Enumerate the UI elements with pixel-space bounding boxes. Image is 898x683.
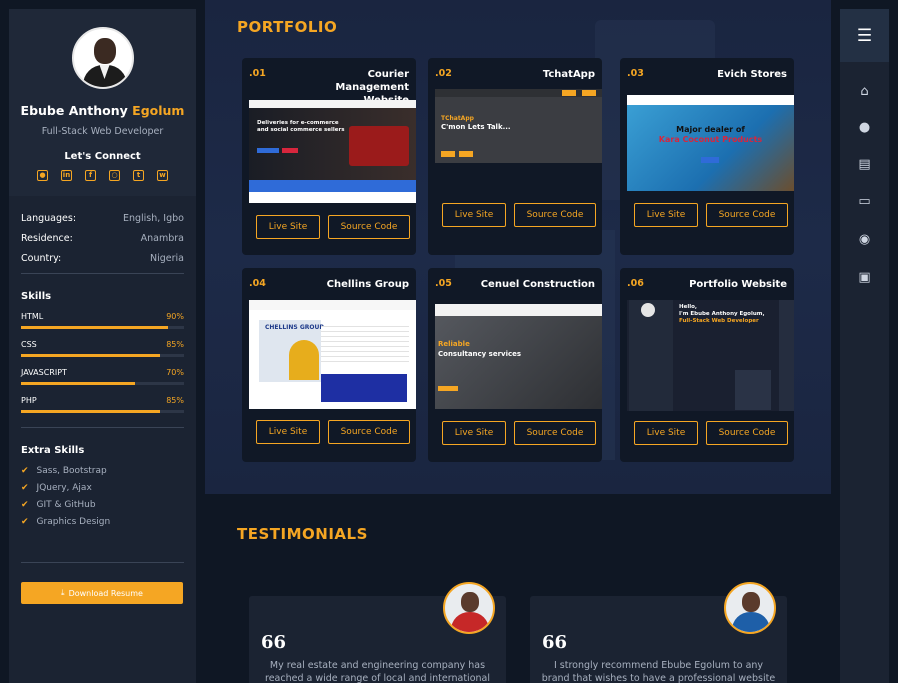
info-row: Languages: English, Igbo (21, 213, 184, 224)
source-code-button[interactable]: Source Code (706, 203, 788, 227)
personal-info: Languages: English, Igbo Residence: Anambr… (9, 196, 196, 264)
home-icon[interactable]: ⌂ (840, 84, 889, 99)
linkedin-icon[interactable]: in (61, 170, 72, 181)
testimonials-heading: TESTIMONIALS (237, 525, 368, 543)
project-screenshot: Deliveries for e-commerce and social com… (249, 100, 416, 203)
check-icon: ✔ (21, 483, 29, 493)
quote-icon: 66 (261, 632, 287, 653)
source-code-button[interactable]: Source Code (328, 215, 410, 239)
facebook-icon[interactable]: f (85, 170, 96, 181)
live-site-button[interactable]: Live Site (442, 203, 506, 227)
list-item: ✔ Graphics Design (21, 517, 111, 527)
avatar (724, 582, 776, 634)
project-screenshot: Hello, I'm Ebube Anthony Egolum, Full-St… (627, 300, 794, 411)
skill-html: HTML 90% (9, 312, 196, 329)
info-row: Country: Nigeria (21, 253, 184, 264)
portfolio-heading: PORTFOLIO (237, 18, 338, 36)
laptop-icon[interactable]: ▭ (840, 194, 889, 209)
project-screenshot: TChatApp C'mon Lets Talk... (435, 89, 602, 163)
document-icon[interactable]: ▤ (840, 157, 889, 172)
project-card: .05 Cenuel Construction Reliable Consulta… (428, 268, 602, 462)
avatar (71, 27, 134, 89)
project-screenshot: CHELLINS GROUP (249, 300, 416, 409)
skill-javascript: JAVASCRIPT 70% (9, 368, 196, 385)
source-code-button[interactable]: Source Code (514, 203, 596, 227)
list-item: ✔ Sass, Bootstrap (21, 466, 107, 476)
live-site-button[interactable]: Live Site (256, 215, 320, 239)
instagram-icon[interactable]: ○ (109, 170, 120, 181)
project-card: .02 TchatApp TChatApp C'mon Lets Talk... … (428, 58, 602, 255)
check-icon: ✔ (21, 517, 29, 527)
info-row: Residence: Anambra (21, 233, 184, 244)
download-resume-button[interactable]: ⤓ Download Resume (21, 582, 183, 604)
quote-icon: 66 (542, 632, 568, 653)
testimonial-card: 66 My real estate and engineering compan… (249, 582, 506, 683)
profile-name: Ebube Anthony Egolum (20, 103, 185, 118)
live-site-button[interactable]: Live Site (442, 421, 506, 445)
live-site-button[interactable]: Live Site (634, 421, 698, 445)
source-code-button[interactable]: Source Code (514, 421, 596, 445)
skill-bar-fill (21, 382, 136, 385)
testimonial-text: My real estate and engineering company h… (265, 660, 490, 683)
testimonial-text: I strongly recommend Ebube Egolum to any… (541, 660, 776, 683)
project-card: .04 Chellins Group CHELLINS GROUP Live Si… (242, 268, 416, 462)
whatsapp-icon[interactable]: w (157, 170, 168, 181)
skill-php: PHP 85% (9, 396, 196, 413)
profile-sidebar: Ebube Anthony Egolum Full-Stack Web Deve… (9, 9, 196, 683)
project-card: .03 Evich Stores Major dealer of Kara Coc… (620, 58, 794, 255)
twitter-icon[interactable]: t (133, 170, 144, 181)
connect-label: Let's Connect (64, 151, 141, 162)
chat-icon[interactable]: ◉ (840, 232, 889, 247)
project-screenshot: Major dealer of Kara Coconut Products (627, 95, 794, 191)
github-icon[interactable]: ● (37, 170, 48, 181)
avatar (443, 582, 495, 634)
live-site-button[interactable]: Live Site (256, 420, 320, 444)
divider (21, 562, 184, 563)
skill-css: CSS 85% (9, 340, 196, 357)
skill-bar-fill (21, 326, 168, 329)
skills-title: Skills (21, 291, 52, 302)
source-code-button[interactable]: Source Code (706, 421, 788, 445)
check-icon: ✔ (21, 500, 29, 510)
skill-bar-fill (21, 354, 160, 357)
right-nav: ☰ ⌂ ● ▤ ▭ ◉ ▣ (840, 9, 889, 683)
profile-header: Ebube Anthony Egolum Full-Stack Web Deve… (9, 9, 196, 196)
user-icon[interactable]: ● (840, 120, 889, 135)
check-icon: ✔ (21, 466, 29, 476)
profile-role: Full-Stack Web Developer (41, 126, 164, 137)
extra-skills-title: Extra Skills (21, 445, 85, 456)
live-site-button[interactable]: Live Site (634, 203, 698, 227)
list-item: ✔ JQuery, Ajax (21, 483, 92, 493)
project-screenshot: Reliable Consultancy services (435, 304, 602, 409)
list-item: ✔ GIT & GitHub (21, 500, 96, 510)
extra-skills-list: ✔ Sass, Bootstrap ✔ JQuery, Ajax ✔ GIT & Gi… (9, 466, 196, 527)
hamburger-icon[interactable]: ☰ (840, 9, 889, 62)
project-card: .01Courier Management Website Deliveries… (242, 58, 416, 255)
skill-bar-fill (21, 410, 160, 413)
social-links: ● in f ○ t w (9, 170, 196, 181)
contact-card-icon[interactable]: ▣ (840, 270, 889, 285)
main-content: PORTFOLIO .01Courier Management Website … (205, 0, 831, 683)
download-icon: ⤓ (61, 588, 65, 597)
source-code-button[interactable]: Source Code (328, 420, 410, 444)
testimonial-card: 66 I strongly recommend Ebube Egolum to … (530, 582, 787, 683)
project-card: .06 Portfolio Website Hello, I'm Ebube An… (620, 268, 794, 462)
